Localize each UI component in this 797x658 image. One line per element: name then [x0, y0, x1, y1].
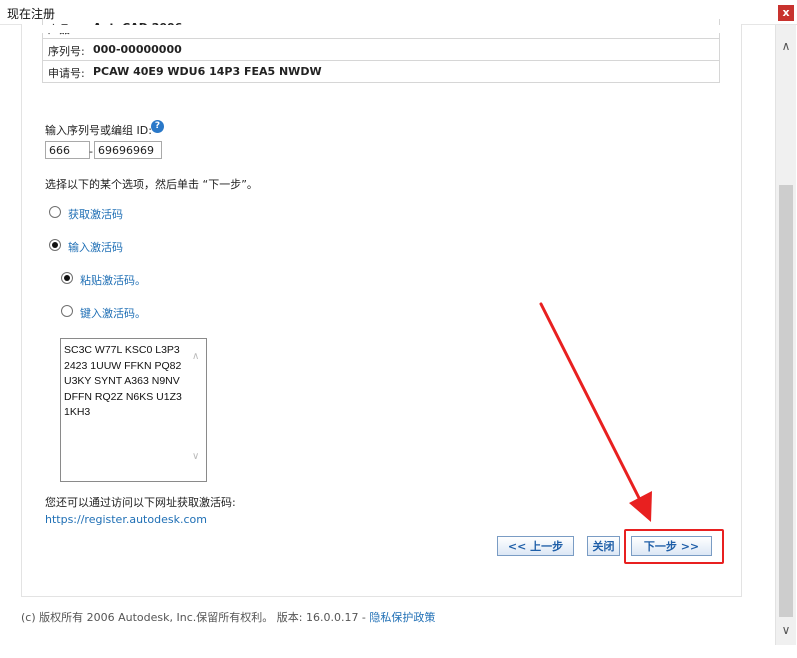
- footer: (c) 版权所有 2006 Autodesk, Inc.保留所有权利。 版本: …: [21, 609, 435, 625]
- scroll-thumb[interactable]: [779, 185, 793, 617]
- red-arrow-icon: [539, 302, 652, 522]
- window-scrollbar[interactable]: ∧ ∨: [775, 25, 796, 645]
- privacy-policy-link[interactable]: 隐私保护政策: [369, 611, 435, 624]
- chevron-up-icon[interactable]: ∧: [776, 39, 796, 53]
- copyright-text: (c) 版权所有 2006 Autodesk, Inc.保留所有权利。 版本: …: [21, 611, 370, 624]
- chevron-down-icon[interactable]: ∨: [776, 623, 796, 637]
